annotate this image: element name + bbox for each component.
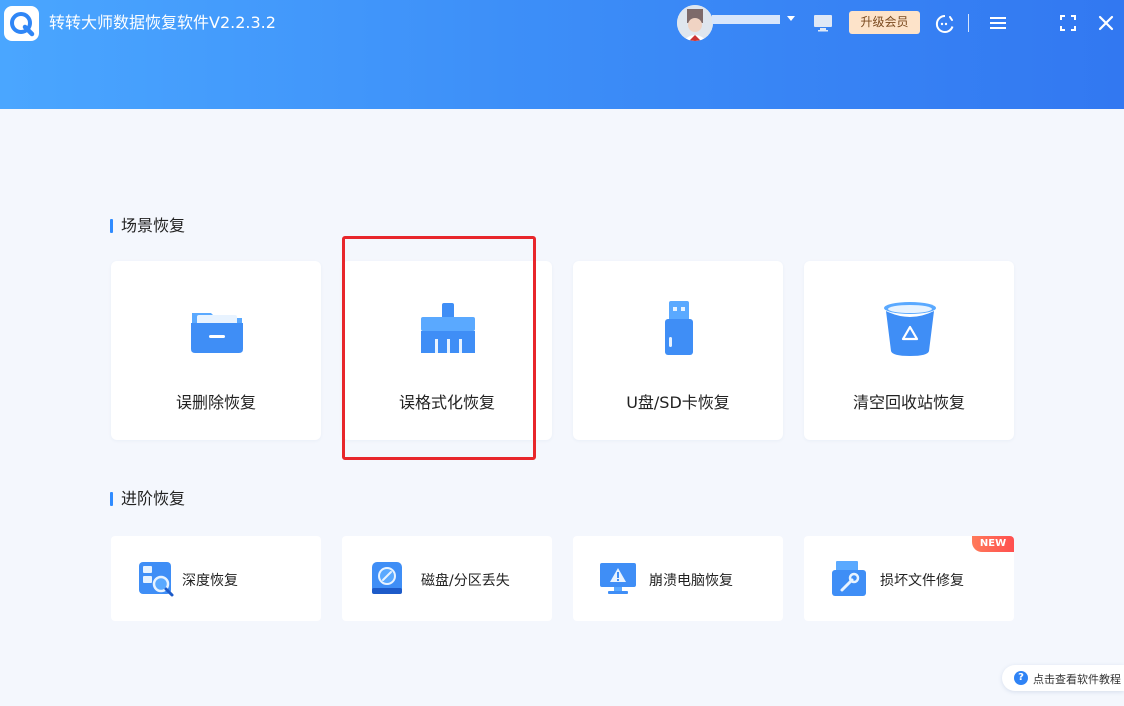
file-repair-icon <box>830 560 868 598</box>
menu-icon[interactable] <box>988 14 1008 32</box>
selection-highlight <box>342 236 536 460</box>
card-label: 磁盘/分区丢失 <box>421 573 510 589</box>
app-logo-icon <box>4 6 39 41</box>
card-label: 深度恢复 <box>182 573 238 589</box>
deep-recovery-card[interactable]: 深度恢复 <box>111 536 321 621</box>
advanced-recovery-title: 进阶恢复 <box>110 489 185 509</box>
scene-recovery-title: 场景恢复 <box>110 216 185 236</box>
recycle-bin-recovery-card[interactable]: 清空回收站恢复 <box>804 261 1014 440</box>
file-repair-card[interactable]: NEW 损坏文件修复 <box>804 536 1014 621</box>
upgrade-membership-button[interactable]: 升级会员 <box>849 11 920 34</box>
usb-sd-recovery-card[interactable]: U盘/SD卡恢复 <box>573 261 783 440</box>
customer-service-icon[interactable] <box>934 13 956 35</box>
user-menu-chevron-down-icon[interactable] <box>787 16 795 21</box>
title-bar: 转转大师数据恢复软件V2.2.3.2 升级会员 <box>0 0 1124 109</box>
crashed-computer-card[interactable]: 崩溃电脑恢复 <box>573 536 783 621</box>
usb-drive-icon <box>649 299 709 359</box>
card-label: U盘/SD卡恢复 <box>626 393 730 412</box>
disk-partition-icon <box>368 560 406 598</box>
monitor-icon[interactable] <box>812 13 834 33</box>
question-icon: ? <box>1014 671 1028 685</box>
card-label: 误删除恢复 <box>175 393 256 412</box>
tutorial-link[interactable]: ? 点击查看软件教程 <box>1002 665 1124 691</box>
tutorial-label: 点击查看软件教程 <box>1033 673 1121 686</box>
crashed-computer-icon <box>599 560 637 598</box>
fullscreen-icon[interactable] <box>1058 14 1078 32</box>
deep-scan-icon <box>137 560 175 598</box>
card-label: 清空回收站恢复 <box>852 393 965 412</box>
recycle-bin-icon <box>880 299 940 359</box>
username-placeholder[interactable] <box>712 15 780 24</box>
app-title: 转转大师数据恢复软件V2.2.3.2 <box>49 13 276 32</box>
card-label: 损坏文件修复 <box>880 573 964 589</box>
header-divider <box>968 14 969 32</box>
user-avatar[interactable] <box>677 5 713 41</box>
new-badge: NEW <box>972 536 1014 552</box>
deleted-recovery-card[interactable]: 误删除恢复 <box>111 261 321 440</box>
close-icon[interactable] <box>1096 14 1116 32</box>
folder-icon <box>187 299 247 359</box>
disk-partition-card[interactable]: 磁盘/分区丢失 <box>342 536 552 621</box>
card-label: 崩溃电脑恢复 <box>649 573 733 589</box>
